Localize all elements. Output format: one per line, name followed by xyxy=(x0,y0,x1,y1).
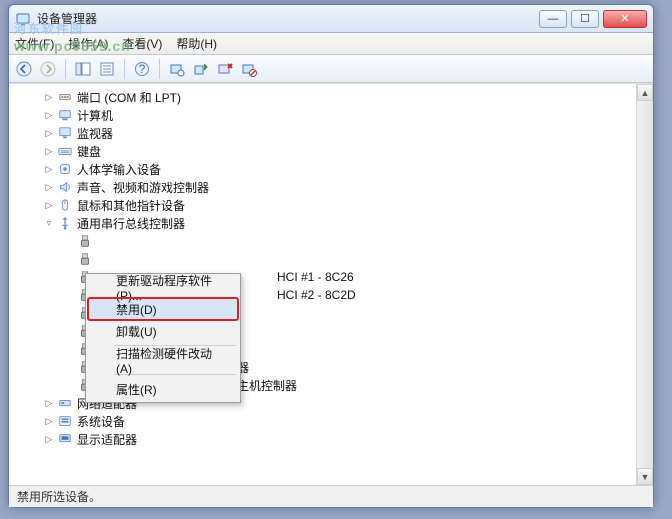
node-label: 人体学输入设备 xyxy=(77,161,161,178)
context-menu: 更新驱动程序软件(P)... 禁用(D) 卸载(U) 扫描检测硬件改动(A) 属… xyxy=(85,273,241,403)
tree-node[interactable]: ▿ 通用串行总线控制器 xyxy=(11,214,634,232)
node-label-suffix: HCI #2 - 8C2D xyxy=(277,288,356,302)
back-icon[interactable] xyxy=(15,60,33,78)
app-icon xyxy=(15,11,31,27)
monitor-icon xyxy=(57,125,73,141)
disable-icon[interactable] xyxy=(240,60,258,78)
expand-icon[interactable]: ▷ xyxy=(43,433,55,445)
menu-view[interactable]: 查看(V) xyxy=(122,35,162,52)
window-buttons: — ☐ ✕ xyxy=(539,10,647,28)
no-expand xyxy=(63,379,75,391)
context-update-driver[interactable]: 更新驱动程序软件(P)... xyxy=(88,276,238,298)
node-label: 计算机 xyxy=(77,107,113,124)
maximize-button[interactable]: ☐ xyxy=(571,10,599,28)
no-expand xyxy=(63,325,75,337)
toolbar-separator xyxy=(65,59,66,79)
close-button[interactable]: ✕ xyxy=(603,10,647,28)
mouse-icon xyxy=(57,197,73,213)
no-expand xyxy=(63,253,75,265)
titlebar: 设备管理器 — ☐ ✕ xyxy=(9,5,653,33)
no-expand xyxy=(63,289,75,301)
no-expand xyxy=(63,361,75,373)
expand-icon[interactable]: ▷ xyxy=(43,127,55,139)
expand-icon[interactable]: ▷ xyxy=(43,397,55,409)
tree-node[interactable]: ▷ 显示适配器 xyxy=(11,430,634,448)
scroll-down-icon[interactable]: ▼ xyxy=(637,468,653,485)
minimize-button[interactable]: — xyxy=(539,10,567,28)
display-icon xyxy=(57,431,73,447)
usb-icon xyxy=(57,215,73,231)
vertical-scrollbar[interactable]: ▲ ▼ xyxy=(636,84,653,485)
computer-icon xyxy=(57,107,73,123)
context-uninstall[interactable]: 卸载(U) xyxy=(88,320,238,342)
tree-node[interactable]: ▷ 系统设备 xyxy=(11,412,634,430)
expand-icon[interactable]: ▷ xyxy=(43,199,55,211)
expand-icon[interactable]: ▷ xyxy=(43,109,55,121)
tree-node[interactable]: ▷ 端口 (COM 和 LPT) xyxy=(11,88,634,106)
help-icon[interactable]: ? xyxy=(133,60,151,78)
menu-action[interactable]: 操作(A) xyxy=(68,35,108,52)
menu-help[interactable]: 帮助(H) xyxy=(176,35,217,52)
forward-icon[interactable] xyxy=(39,60,57,78)
port-icon xyxy=(57,89,73,105)
expand-icon[interactable]: ▷ xyxy=(43,415,55,427)
statusbar: 禁用所选设备。 xyxy=(9,485,653,507)
node-label: 系统设备 xyxy=(77,413,125,430)
expand-icon[interactable]: ▷ xyxy=(43,163,55,175)
status-text: 禁用所选设备。 xyxy=(17,488,101,505)
tree-node[interactable]: ▷ 监视器 xyxy=(11,124,634,142)
uninstall-icon[interactable] xyxy=(216,60,234,78)
usbplug-icon xyxy=(77,251,93,267)
menubar: 文件(F) 操作(A) 查看(V) 帮助(H) xyxy=(9,33,653,55)
node-label: 显示适配器 xyxy=(77,431,137,448)
tree-node[interactable]: ▷ 键盘 xyxy=(11,142,634,160)
node-label: 通用串行总线控制器 xyxy=(77,215,185,232)
node-label: 键盘 xyxy=(77,143,101,160)
scan-hardware-icon[interactable] xyxy=(168,60,186,78)
node-label-suffix: HCI #1 - 8C26 xyxy=(277,270,354,284)
hid-icon xyxy=(57,161,73,177)
expand-icon[interactable]: ▷ xyxy=(43,91,55,103)
toolbar-separator xyxy=(159,59,160,79)
no-expand xyxy=(63,235,75,247)
keyboard-icon xyxy=(57,143,73,159)
device-manager-window: 设备管理器 — ☐ ✕ 文件(F) 操作(A) 查看(V) 帮助(H) ? ▷ 端… xyxy=(8,4,654,508)
update-driver-icon[interactable] xyxy=(192,60,210,78)
no-expand xyxy=(63,307,75,319)
toolbar: ? xyxy=(9,55,653,83)
node-label: 声音、视频和游戏控制器 xyxy=(77,179,209,196)
context-properties[interactable]: 属性(R) xyxy=(88,378,238,400)
no-expand xyxy=(63,271,75,283)
tree-node[interactable]: ▷ 人体学输入设备 xyxy=(11,160,634,178)
tree-node[interactable]: ▷ 声音、视频和游戏控制器 xyxy=(11,178,634,196)
window-title: 设备管理器 xyxy=(37,10,539,27)
tree-node[interactable] xyxy=(11,232,634,250)
tree-node[interactable] xyxy=(11,250,634,268)
menu-file[interactable]: 文件(F) xyxy=(15,35,54,52)
tree-node[interactable]: ▷ 计算机 xyxy=(11,106,634,124)
expand-icon[interactable]: ▷ xyxy=(43,181,55,193)
svg-text:?: ? xyxy=(139,62,146,76)
usbplug-icon xyxy=(77,233,93,249)
scroll-up-icon[interactable]: ▲ xyxy=(637,84,653,101)
expand-icon[interactable]: ▷ xyxy=(43,145,55,157)
node-label: 鼠标和其他指针设备 xyxy=(77,197,185,214)
collapse-icon[interactable]: ▿ xyxy=(43,217,55,229)
node-label: 端口 (COM 和 LPT) xyxy=(77,89,181,106)
toolbar-separator xyxy=(124,59,125,79)
properties-icon[interactable] xyxy=(98,60,116,78)
network-icon xyxy=(57,395,73,411)
console-tree-icon[interactable] xyxy=(74,60,92,78)
context-scan-hardware[interactable]: 扫描检测硬件改动(A) xyxy=(88,349,238,371)
node-label: 监视器 xyxy=(77,125,113,142)
system-icon xyxy=(57,413,73,429)
sound-icon xyxy=(57,179,73,195)
tree-node[interactable]: ▷ 鼠标和其他指针设备 xyxy=(11,196,634,214)
scroll-track[interactable] xyxy=(637,101,653,468)
no-expand xyxy=(63,343,75,355)
